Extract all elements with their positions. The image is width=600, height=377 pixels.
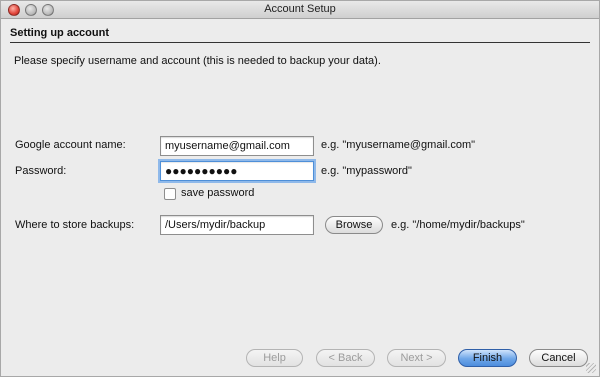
intro-text: Please specify username and account (thi… (14, 55, 381, 67)
help-button[interactable]: Help (246, 349, 303, 367)
account-name-example: e.g. "myusername@gmail.com" (321, 139, 476, 151)
password-example: e.g. "mypassword" (321, 165, 412, 177)
backup-location-example: e.g. "/home/mydir/backups" (391, 219, 525, 231)
backup-location-label: Where to store backups: (15, 219, 135, 231)
account-name-field[interactable] (160, 136, 314, 156)
browse-button[interactable]: Browse (325, 216, 383, 234)
save-password-checkbox[interactable] (164, 188, 176, 200)
backup-location-field[interactable] (160, 215, 314, 235)
finish-button[interactable]: Finish (458, 349, 517, 367)
title-bar[interactable]: Account Setup (1, 1, 599, 19)
resize-grip-icon[interactable] (586, 363, 596, 373)
password-field[interactable]: ●●●●●●●●●● (160, 161, 314, 181)
next-button[interactable]: Next > (387, 349, 446, 367)
save-password-label[interactable]: save password (181, 187, 254, 199)
password-label: Password: (15, 165, 67, 177)
wizard-content-area (1, 43, 599, 338)
section-header: Setting up account (10, 27, 109, 39)
password-masked-value: ●●●●●●●●●● (165, 164, 238, 178)
cancel-button[interactable]: Cancel (529, 349, 588, 367)
section-divider (10, 42, 590, 43)
account-name-label: Google account name: (15, 139, 126, 151)
account-setup-window: Account Setup Setting up account Please … (0, 0, 600, 377)
back-button[interactable]: < Back (316, 349, 375, 367)
window-title: Account Setup (264, 3, 336, 15)
